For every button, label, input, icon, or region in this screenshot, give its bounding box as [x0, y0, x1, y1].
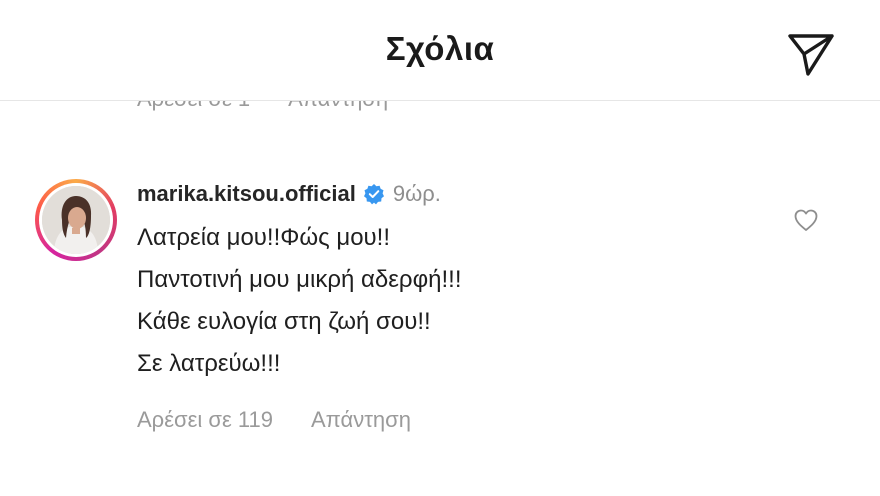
comment-meta: marika.kitsou.official 9ώρ.: [137, 177, 737, 211]
heart-outline-icon: [794, 209, 818, 231]
share-button[interactable]: [782, 24, 840, 82]
verified-badge-icon: [363, 183, 385, 205]
header-divider: [0, 100, 880, 101]
comments-header: Σχόλια: [0, 0, 880, 100]
comment-line: Παντοτινή μου μικρή αδερφή!!!: [137, 266, 462, 293]
comment-line: Λατρεία μου!!Φώς μου!!: [137, 224, 391, 251]
comment-actions: Αρέσει σε 119 Απάντηση: [137, 407, 737, 433]
page-title: Σχόλια: [385, 30, 495, 67]
paper-plane-icon: [788, 34, 834, 76]
like-comment-button[interactable]: [790, 204, 822, 236]
comment-username[interactable]: marika.kitsou.official: [137, 181, 356, 207]
comment-line: Σε λατρεύω!!!: [137, 350, 281, 377]
reply-button[interactable]: Απάντηση: [311, 407, 411, 433]
comment-line: Κάθε ευλογία στη ζωή σου!!: [137, 308, 431, 335]
avatar-story-ring[interactable]: [35, 179, 117, 261]
comment-body: marika.kitsou.official 9ώρ. Λατρεία μου!…: [137, 177, 737, 433]
comment-likes-count[interactable]: Αρέσει σε 119: [137, 407, 273, 433]
comment-timestamp: 9ώρ.: [392, 181, 441, 206]
comment-text: Λατρεία μου!!Φώς μου!! Παντοτινή μου μικ…: [137, 217, 737, 385]
avatar-photo: [42, 186, 110, 254]
avatar: [42, 186, 110, 254]
